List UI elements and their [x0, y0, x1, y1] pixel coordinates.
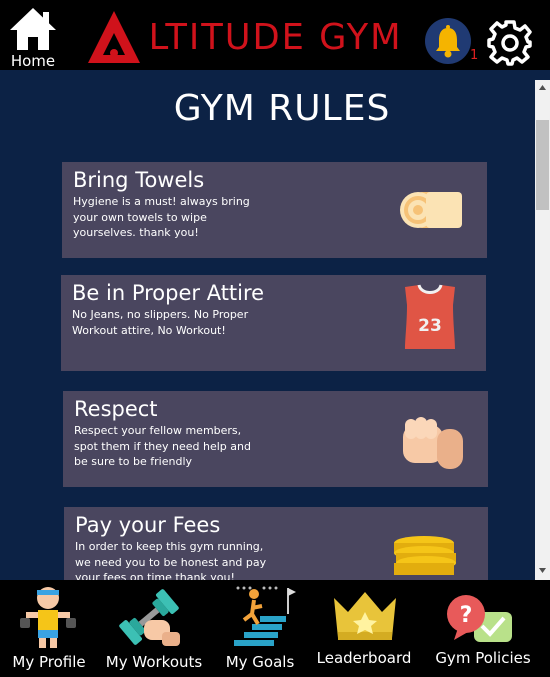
fist-icon [403, 417, 463, 469]
rule-text: In order to keep this gym running, we ne… [75, 540, 267, 580]
nav-my-workouts[interactable]: My Workouts [104, 580, 204, 677]
rule-card-towels: Bring Towels Hygiene is a must! always b… [62, 162, 487, 258]
dumbbell-icon [119, 589, 180, 646]
altitude-a-logo-icon [88, 11, 140, 63]
nav-label: Gym Policies [435, 649, 531, 667]
nav-my-profile[interactable]: My Profile [6, 580, 92, 677]
rule-title: Be in Proper Attire [72, 281, 265, 305]
nav-label: My Profile [12, 653, 86, 671]
rule-text: Respect your fellow members, spot them i… [74, 424, 251, 468]
brand-name: LTITUDE GYM [148, 16, 403, 58]
nav-label: Leaderboard [316, 649, 412, 667]
crown-icon [334, 592, 396, 640]
settings-button[interactable] [486, 18, 534, 66]
profile-icon [20, 587, 76, 648]
goals-stairs-icon [234, 586, 296, 646]
nav-label: My Workouts [105, 653, 203, 671]
rule-title: Respect [74, 397, 158, 421]
rule-text: Hygiene is a must! always bring your own… [73, 195, 250, 239]
scroll-thumb[interactable] [536, 120, 549, 210]
notification-button[interactable] [425, 18, 471, 64]
rule-title: Bring Towels [73, 168, 205, 192]
nav-gym-policies[interactable]: ? Gym Policies [432, 580, 534, 677]
towel-icon [400, 192, 462, 228]
jersey-number: 23 [418, 316, 442, 336]
gear-icon [487, 20, 532, 66]
home-label: Home [10, 52, 56, 70]
rule-card-respect: Respect Respect your fellow members, spo… [63, 391, 488, 487]
coins-icon [394, 536, 456, 575]
home-icon [10, 8, 56, 50]
notification-count: 1 [470, 48, 479, 63]
rule-title: Pay your Fees [75, 513, 221, 537]
svg-text:?: ? [460, 603, 473, 628]
bottom-navigation: My Profile My Workouts My Goals Leaderbo… [0, 580, 550, 677]
rules-content: GYM RULES Bring Towels Hygiene is a must… [0, 70, 535, 580]
rule-text: No Jeans, no slippers. No Proper Workout… [72, 308, 249, 337]
nav-my-goals[interactable]: My Goals [222, 580, 298, 677]
top-bar: Home LTITUDE GYM 1 [0, 0, 550, 70]
scroll-up-arrow-icon[interactable] [535, 80, 550, 95]
jersey-icon: 23 [405, 284, 455, 349]
nav-label: My Goals [225, 653, 295, 671]
page-title: GYM RULES [173, 88, 391, 129]
vertical-scrollbar[interactable] [535, 80, 550, 580]
brand-logo: LTITUDE GYM [86, 8, 405, 66]
home-button[interactable]: Home [6, 4, 58, 70]
rule-card-fees: Pay your Fees In order to keep this gym … [64, 507, 488, 580]
policies-icon: ? [447, 595, 512, 642]
nav-leaderboard[interactable]: Leaderboard [316, 580, 412, 677]
bell-icon [436, 25, 460, 58]
rule-card-attire: Be in Proper Attire No Jeans, no slipper… [61, 275, 486, 371]
scroll-down-arrow-icon[interactable] [535, 563, 550, 578]
